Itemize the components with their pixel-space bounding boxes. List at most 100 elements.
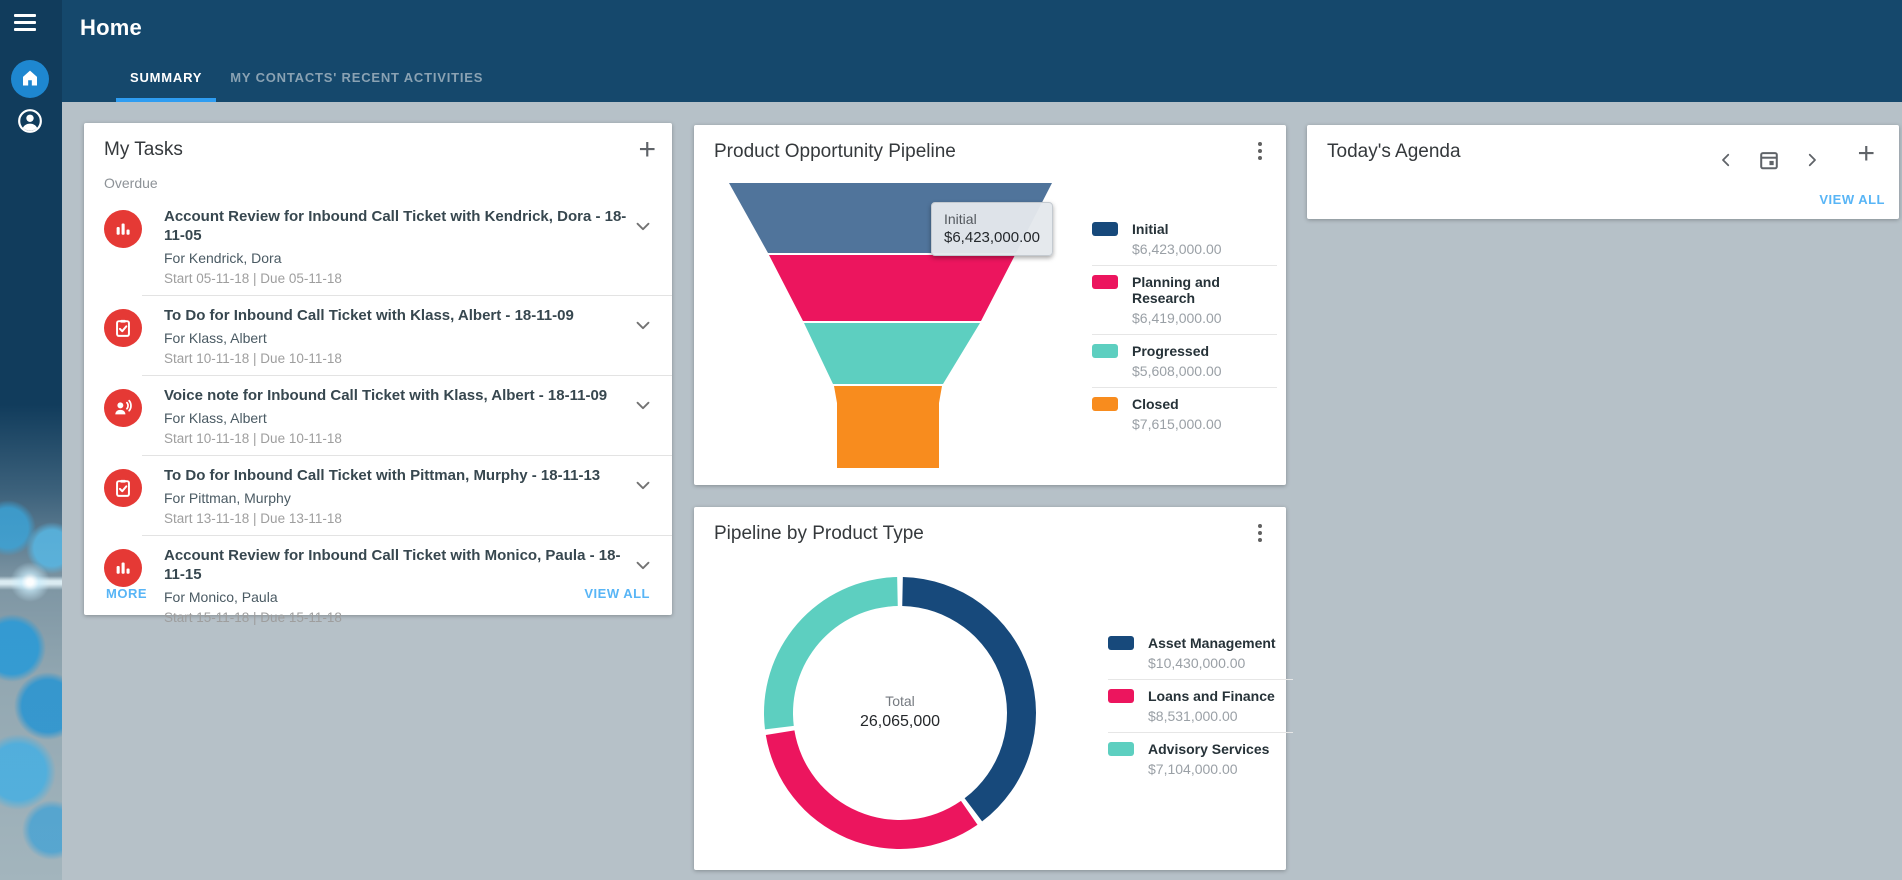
- legend-value: $7,104,000.00: [1148, 761, 1293, 777]
- task-title: Account Review for Inbound Call Ticket w…: [164, 207, 632, 245]
- calendar-icon[interactable]: [1754, 145, 1784, 175]
- user-profile-button[interactable]: [15, 107, 45, 137]
- agenda-view-all-button[interactable]: VIEW ALL: [1819, 192, 1885, 207]
- tab-my-contacts-recent-activities[interactable]: MY CONTACTS' RECENT ACTIVITIES: [216, 56, 497, 102]
- funnel-legend-entry: Progressed $5,608,000.00: [1092, 334, 1277, 387]
- left-rail: [0, 0, 62, 880]
- task-item[interactable]: To Do for Inbound Call Ticket with Klass…: [84, 296, 672, 376]
- task-item[interactable]: Account Review for Inbound Call Ticket w…: [84, 197, 672, 296]
- funnel-segment-closed[interactable]: [834, 386, 942, 468]
- task-title: To Do for Inbound Call Ticket with Pittm…: [164, 466, 632, 485]
- legend-swatch: [1092, 397, 1118, 411]
- task-dates: Start 05-11-18 | Due 05-11-18: [164, 271, 632, 287]
- funnel-segment-progressed[interactable]: [804, 323, 980, 384]
- chevron-right-icon[interactable]: [1797, 145, 1827, 175]
- task-title: Voice note for Inbound Call Ticket with …: [164, 386, 632, 405]
- legend-label: Asset Management: [1148, 635, 1276, 651]
- tooltip-stage: Initial: [944, 210, 1040, 228]
- content-area: My Tasks + Overdue Account Review for In…: [62, 102, 1902, 880]
- legend-value: $6,419,000.00: [1132, 310, 1277, 326]
- legend-label: Loans and Finance: [1148, 688, 1275, 704]
- task-text: Account Review for Inbound Call Ticket w…: [142, 207, 632, 287]
- funnel-legend: Initial $6,423,000.00 Planning and Researc…: [1092, 213, 1277, 440]
- donut-segment-asset-management[interactable]: [902, 577, 1036, 821]
- legend-swatch: [1092, 222, 1118, 236]
- funnel-legend-entry: Closed $7,615,000.00: [1092, 387, 1277, 440]
- task-text: Voice note for Inbound Call Ticket with …: [142, 386, 632, 447]
- chevron-down-icon[interactable]: [632, 554, 656, 581]
- agenda-title: Today's Agenda: [1327, 141, 1461, 163]
- overdue-label: Overdue: [104, 175, 158, 191]
- task-title: Account Review for Inbound Call Ticket w…: [164, 546, 632, 584]
- bar-chart-icon: [104, 210, 142, 248]
- task-list: Account Review for Inbound Call Ticket w…: [84, 197, 672, 635]
- legend-value: $5,608,000.00: [1132, 363, 1277, 379]
- donut-legend-entry: Loans and Finance $8,531,000.00: [1108, 679, 1293, 732]
- task-for: For Monico, Paula: [164, 589, 632, 606]
- donut-legend-entry: Asset Management $10,430,000.00: [1108, 627, 1293, 679]
- clipboard-check-icon: [104, 309, 142, 347]
- task-for: For Klass, Albert: [164, 330, 632, 347]
- task-for: For Kendrick, Dora: [164, 250, 632, 267]
- funnel-legend-entry: Planning and Research $6,419,000.00: [1092, 265, 1277, 334]
- chevron-down-icon[interactable]: [632, 314, 656, 341]
- chevron-down-icon[interactable]: [632, 215, 656, 242]
- task-dates: Start 10-11-18 | Due 10-11-18: [164, 431, 632, 447]
- donut-legend: Asset Management $10,430,000.00 Loans and …: [1108, 627, 1293, 785]
- chevron-down-icon[interactable]: [632, 474, 656, 501]
- task-title: To Do for Inbound Call Ticket with Klass…: [164, 306, 632, 325]
- legend-value: $8,531,000.00: [1148, 708, 1293, 724]
- menu-icon[interactable]: [14, 14, 38, 34]
- task-dates: Start 13-11-18 | Due 13-11-18: [164, 511, 632, 527]
- legend-label: Progressed: [1132, 343, 1209, 359]
- more-button[interactable]: MORE: [106, 586, 147, 601]
- task-dates: Start 10-11-18 | Due 10-11-18: [164, 351, 632, 367]
- donut-legend-entry: Advisory Services $7,104,000.00: [1108, 732, 1293, 785]
- home-nav-button[interactable]: [11, 60, 49, 98]
- funnel-legend-entry: Initial $6,423,000.00: [1092, 213, 1277, 265]
- legend-label: Initial: [1132, 221, 1169, 237]
- tasks-view-all-button[interactable]: VIEW ALL: [584, 586, 650, 601]
- legend-swatch: [1092, 275, 1118, 289]
- home-icon: [20, 68, 40, 91]
- legend-swatch: [1108, 742, 1134, 756]
- legend-value: $10,430,000.00: [1148, 655, 1293, 671]
- legend-label: Advisory Services: [1148, 741, 1269, 757]
- chevron-down-icon[interactable]: [632, 394, 656, 421]
- add-appointment-plus-icon[interactable]: +: [1857, 137, 1875, 171]
- legend-label: Closed: [1132, 396, 1179, 412]
- task-text: To Do for Inbound Call Ticket with Pittm…: [142, 466, 632, 527]
- task-text: To Do for Inbound Call Ticket with Klass…: [142, 306, 632, 367]
- legend-value: $6,423,000.00: [1132, 241, 1277, 257]
- legend-swatch: [1092, 344, 1118, 358]
- top-bar: Home SUMMARY MY CONTACTS' RECENT ACTIVIT…: [0, 0, 1902, 102]
- agenda-actions: [1711, 145, 1827, 175]
- product-opportunity-pipeline-card: Product Opportunity Pipeline Initial $6,…: [694, 125, 1286, 485]
- legend-swatch: [1108, 636, 1134, 650]
- task-item[interactable]: Voice note for Inbound Call Ticket with …: [84, 376, 672, 456]
- legend-value: $7,615,000.00: [1132, 416, 1277, 432]
- donut-segment-advisory-services[interactable]: [764, 577, 898, 729]
- my-tasks-card: My Tasks + Overdue Account Review for In…: [84, 123, 672, 615]
- todays-agenda-card: Today's Agenda + VIEW ALL: [1307, 125, 1899, 219]
- donut-segment-loans-and-finance[interactable]: [766, 730, 978, 849]
- legend-label: Planning and Research: [1132, 274, 1277, 306]
- task-item[interactable]: To Do for Inbound Call Ticket with Pittm…: [84, 456, 672, 536]
- chevron-left-icon[interactable]: [1711, 145, 1741, 175]
- funnel-segment-planning-and-research[interactable]: [769, 255, 1015, 321]
- tab-summary[interactable]: SUMMARY: [116, 56, 216, 102]
- my-tasks-title: My Tasks: [104, 139, 183, 161]
- bar-chart-icon: [104, 549, 142, 587]
- voice-note-icon: [104, 389, 142, 427]
- page-title: Home: [80, 15, 142, 41]
- task-for: For Pittman, Murphy: [164, 490, 632, 507]
- legend-swatch: [1108, 689, 1134, 703]
- pipeline-by-product-type-card: Pipeline by Product Type Total 26,065,00…: [694, 507, 1286, 870]
- tooltip-value: $6,423,000.00: [944, 228, 1040, 247]
- task-for: For Klass, Albert: [164, 410, 632, 427]
- add-task-plus-icon[interactable]: +: [638, 135, 656, 165]
- user-profile-icon: [17, 108, 43, 137]
- funnel-tooltip: Initial $6,423,000.00: [931, 202, 1053, 256]
- task-dates: Start 15-11-18 | Due 15-11-18: [164, 610, 632, 626]
- task-text: Account Review for Inbound Call Ticket w…: [142, 546, 632, 626]
